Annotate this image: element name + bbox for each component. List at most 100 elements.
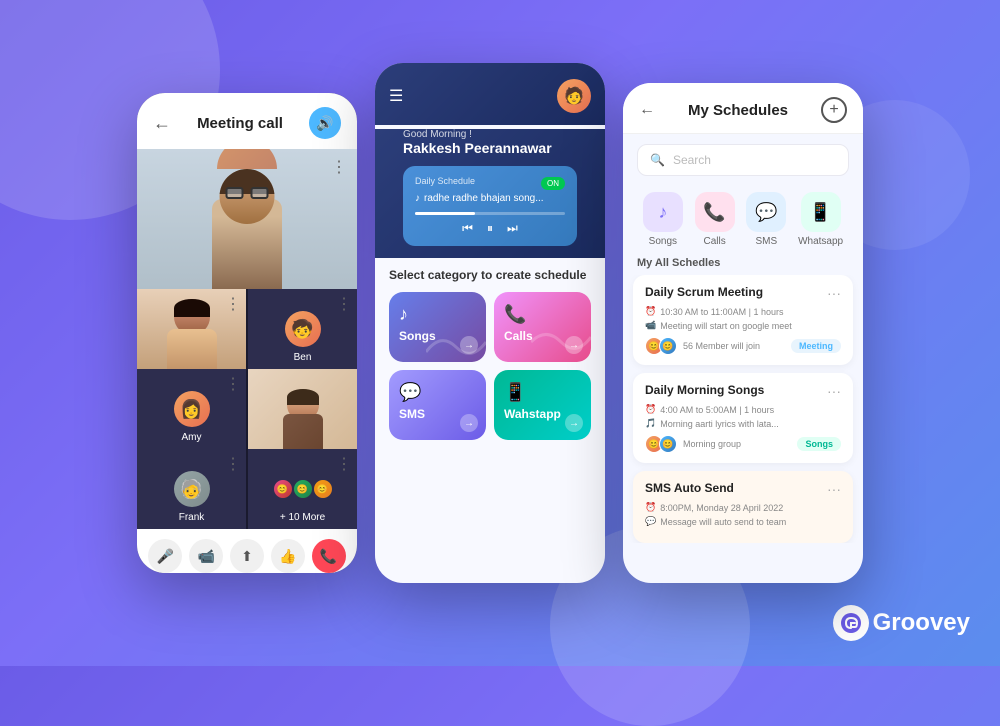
sms-filter-label: SMS <box>755 236 777 247</box>
calls-filter-btn[interactable]: 📞 Calls <box>695 192 735 247</box>
video-toggle-button[interactable]: 📹 <box>189 539 223 573</box>
scrum-options-icon[interactable]: ··· <box>827 285 841 301</box>
whatsapp-filter-label: Whatsapp <box>798 236 843 247</box>
songs-footer: 😊 😊 Morning group Songs <box>645 435 841 453</box>
schedule-card-sms: SMS Auto Send ··· ⏰ 8:00PM, Monday 28 Ap… <box>633 471 853 543</box>
my-schedules-title: My Schedules <box>688 102 788 119</box>
frank-label: Frank <box>179 512 205 523</box>
phone1-header: ← Meeting call 🔊 <box>137 93 357 149</box>
phone2-header: ☰ 🧑 <box>375 63 605 125</box>
whatsapp-arrow-icon: → <box>565 414 583 432</box>
end-call-button[interactable]: 📞 <box>312 539 346 573</box>
sms-filter-icon: 💬 <box>746 192 786 232</box>
call-controls: 🎤 📹 ⬆ 👍 📞 <box>137 529 357 573</box>
sms-time-icon: ⏰ <box>645 502 656 513</box>
video-large-participant: ⋮ <box>137 149 357 289</box>
sms-category-card[interactable]: 💬 SMS → <box>389 370 486 440</box>
sms-desc: 💬 Message will auto send to team <box>645 516 841 527</box>
more-options-icon[interactable]: ⋮ <box>336 454 352 474</box>
calls-filter-icon: 📞 <box>695 192 735 232</box>
schedule-card-scrum: Daily Scrum Meeting ··· ⏰ 10:30 AM to 11… <box>633 275 853 365</box>
whatsapp-category-card[interactable]: 📱 Wahstapp → <box>494 370 591 440</box>
calls-filter-label: Calls <box>703 236 725 247</box>
avatar-2: 😊 <box>659 337 677 355</box>
user-name: Rakkesh Peerannawar <box>389 140 591 156</box>
toggle-on-badge[interactable]: ON <box>541 177 565 190</box>
song-progress-fill <box>415 212 475 215</box>
rewind-icon[interactable]: ⏮ <box>462 221 473 236</box>
scrum-time-icon: ⏰ <box>645 306 656 317</box>
share-button[interactable]: ⬆ <box>230 539 264 573</box>
phone-my-schedules: ← My Schedules + 🔍 Search ♪ Songs 📞 Call… <box>623 83 863 583</box>
frank-avatar: 🧓 <box>174 471 210 507</box>
amy-avatar: 👩 <box>174 391 210 427</box>
songs-category-card[interactable]: ♪ Songs → <box>389 292 486 362</box>
sms-sched-header: SMS Auto Send ··· <box>645 481 841 497</box>
participant-options-icon[interactable]: ⋮ <box>225 294 241 314</box>
speaker-button[interactable]: 🔊 <box>309 107 341 139</box>
search-placeholder-text: Search <box>673 153 711 167</box>
scrum-footer: 😊 😊 56 Member will join Meeting <box>645 337 841 355</box>
sms-desc-icon: 💬 <box>645 516 656 527</box>
video-participant-amy: 👩 Amy ⋮ <box>137 369 246 449</box>
add-schedule-button[interactable]: + <box>821 97 847 123</box>
whatsapp-filter-icon: 📱 <box>801 192 841 232</box>
scrum-desc-icon: 📹 <box>645 320 656 331</box>
daily-schedule-card: Daily Schedule ON ♪ radhe radhe bhajan s… <box>403 166 577 246</box>
phone-schedule-creator: ☰ 🧑 Good Morning ! Rakkesh Peerannawar D… <box>375 63 605 583</box>
sms-icon: 💬 <box>399 382 476 403</box>
reaction-button[interactable]: 👍 <box>271 539 305 573</box>
amy-label: Amy <box>182 432 202 443</box>
songs-filter-icon: ♪ <box>643 192 683 232</box>
back-arrow-icon[interactable]: ← <box>153 113 171 134</box>
songs-header: Daily Morning Songs ··· <box>645 383 841 399</box>
ben-label: Ben <box>294 352 312 363</box>
phone3-back-icon[interactable]: ← <box>639 101 655 119</box>
whatsapp-filter-btn[interactable]: 📱 Whatsapp <box>798 192 843 247</box>
ds-label: Daily Schedule <box>415 176 475 186</box>
greeting-text: Good Morning ! <box>389 129 591 140</box>
songs-filter-label: Songs <box>649 236 677 247</box>
video-participant-woman: ⋮ <box>137 289 246 369</box>
phones-container: ← Meeting call 🔊 <box>0 0 1000 666</box>
playback-controls: ⏮ ⏸ ⏭ <box>415 221 565 236</box>
forward-icon[interactable]: ⏭ <box>507 221 518 236</box>
category-grid: ♪ Songs → 📞 Calls → 💬 <box>389 292 591 440</box>
whatsapp-icon: 📱 <box>504 382 581 403</box>
mute-button[interactable]: 🎤 <box>148 539 182 573</box>
select-category-title: Select category to create schedule <box>389 268 591 282</box>
video-options-icon[interactable]: ⋮ <box>331 157 347 177</box>
schedule-list: Daily Scrum Meeting ··· ⏰ 10:30 AM to 11… <box>623 275 863 543</box>
scrum-header: Daily Scrum Meeting ··· <box>645 285 841 301</box>
sms-filter-btn[interactable]: 💬 SMS <box>746 192 786 247</box>
songs-desc: 🎵 Morning aarti lyrics with lata... <box>645 418 841 429</box>
scrum-time: ⏰ 10:30 AM to 11:00AM | 1 hours <box>645 306 841 317</box>
amy-options-icon[interactable]: ⋮ <box>225 374 241 394</box>
songs-time: ⏰ 4:00 AM to 5:00AM | 1 hours <box>645 404 841 415</box>
scrum-members: 56 Member will join <box>683 341 760 351</box>
songs-wave <box>426 322 486 362</box>
video-row-3: 🧓 Frank ⋮ 😊 😊 😊 + 10 More ⋮ <box>137 449 357 529</box>
songs-filter-btn[interactable]: ♪ Songs <box>643 192 683 247</box>
ben-options-icon[interactable]: ⋮ <box>336 294 352 314</box>
search-icon: 🔍 <box>650 153 665 167</box>
phone2-body: Select category to create schedule ♪ Son… <box>375 258 605 450</box>
search-bar[interactable]: 🔍 Search <box>637 144 849 176</box>
schedule-card-songs: Daily Morning Songs ··· ⏰ 4:00 AM to 5:0… <box>633 373 853 463</box>
calls-category-card[interactable]: 📞 Calls → <box>494 292 591 362</box>
phone3-header: ← My Schedules + <box>623 83 863 134</box>
frank-options-icon[interactable]: ⋮ <box>225 454 241 474</box>
video-participant-man2 <box>248 369 357 449</box>
hamburger-icon[interactable]: ☰ <box>389 86 403 106</box>
video-participant-frank: 🧓 Frank ⋮ <box>137 449 246 529</box>
video-participant-ben: 🧒 Ben ⋮ <box>248 289 357 369</box>
songs-options-icon[interactable]: ··· <box>827 383 841 399</box>
play-pause-icon[interactable]: ⏸ <box>487 221 493 236</box>
sms-options-icon[interactable]: ··· <box>827 481 841 497</box>
song-progress-bar <box>415 212 565 215</box>
calls-wave <box>531 322 591 362</box>
video-participant-more: 😊 😊 😊 + 10 More ⋮ <box>248 449 357 529</box>
songs-avatar-2: 😊 <box>659 435 677 453</box>
songs-avatars: 😊 😊 <box>645 435 677 453</box>
songs-time-icon: ⏰ <box>645 404 656 415</box>
